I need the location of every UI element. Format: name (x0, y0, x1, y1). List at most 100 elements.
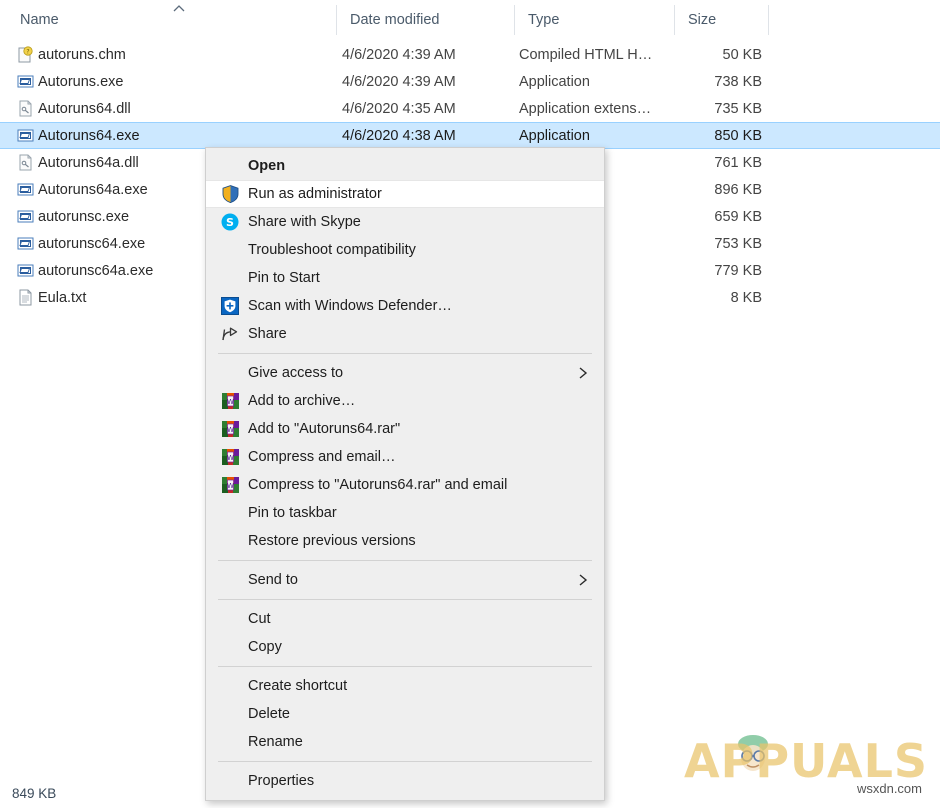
menu-icon-placeholder (220, 609, 240, 629)
file-date-modified-cell: 4/6/2020 4:35 AM (342, 100, 456, 117)
menu-icon-placeholder (220, 637, 240, 657)
menu-item-add-to-autoruns64-rar[interactable]: W Add to "Autoruns64.rar" (206, 415, 604, 443)
file-date-modified-cell: 4/6/2020 4:38 AM (342, 127, 456, 144)
file-type-cell: Application (519, 73, 590, 90)
file-size-cell: 753 KB (714, 235, 762, 252)
menu-item-label: Send to (248, 572, 298, 588)
menu-item-copy[interactable]: Copy (206, 633, 604, 661)
menu-item-label: Delete (248, 706, 290, 722)
chevron-right-icon (578, 366, 590, 380)
file-name-cell: Autoruns64.exe (38, 127, 140, 144)
column-divider (768, 5, 769, 35)
winrar-icon: W (220, 475, 240, 495)
menu-item-share-with-skype[interactable]: S Share with Skype (206, 208, 604, 236)
menu-item-restore-previous-versions[interactable]: Restore previous versions (206, 527, 604, 555)
exe-application-icon (17, 235, 34, 252)
menu-item-label: Cut (248, 611, 271, 627)
menu-item-label: Scan with Windows Defender… (248, 298, 452, 314)
menu-separator (218, 666, 592, 667)
file-name-cell: Autoruns64.dll (38, 100, 131, 117)
file-size-cell: 850 KB (714, 127, 762, 144)
menu-item-label: Create shortcut (248, 678, 348, 694)
menu-item-create-shortcut[interactable]: Create shortcut (206, 672, 604, 700)
chevron-right-icon (578, 573, 590, 587)
context-menu[interactable]: Open Run as administrator S Share with Skyp… (205, 147, 605, 801)
file-size-cell: 659 KB (714, 208, 762, 225)
menu-icon-placeholder (220, 503, 240, 523)
table-row[interactable]: Autoruns64.dll 4/6/2020 4:35 AM Applicatio… (0, 95, 940, 122)
column-header-date-label: Date modified (350, 12, 440, 28)
uac-shield-icon (220, 184, 240, 204)
menu-item-pin-to-taskbar[interactable]: Pin to taskbar (206, 499, 604, 527)
menu-item-pin-to-start[interactable]: Pin to Start (206, 264, 604, 292)
dll-extension-icon (17, 154, 34, 171)
menu-item-label: Share with Skype (248, 214, 361, 230)
column-divider (514, 5, 515, 35)
svg-text:W: W (227, 398, 234, 406)
menu-icon-placeholder (220, 363, 240, 383)
file-size-cell: 8 KB (730, 289, 762, 306)
menu-icon-placeholder (220, 531, 240, 551)
menu-item-properties[interactable]: Properties (206, 767, 604, 795)
menu-item-label: Give access to (248, 365, 344, 381)
exe-application-icon (17, 262, 34, 279)
menu-item-label: Rename (248, 734, 303, 750)
menu-item-compress-and-email[interactable]: W Compress and email… (206, 443, 604, 471)
menu-item-cut[interactable]: Cut (206, 605, 604, 633)
column-header-type[interactable]: Type (514, 0, 674, 40)
svg-text:?: ? (26, 48, 29, 55)
file-type-cell: Application extens… (519, 100, 652, 117)
menu-item-give-access-to[interactable]: Give access to (206, 359, 604, 387)
menu-item-share[interactable]: Share (206, 320, 604, 348)
menu-item-send-to[interactable]: Send to (206, 566, 604, 594)
dll-extension-icon (17, 100, 34, 117)
file-date-modified-cell: 4/6/2020 4:39 AM (342, 46, 456, 63)
menu-icon-placeholder (220, 156, 240, 176)
sort-ascending-icon (170, 3, 188, 15)
menu-item-label: Run as administrator (248, 186, 382, 202)
file-size-cell: 761 KB (714, 154, 762, 171)
svg-text:W: W (227, 482, 234, 490)
menu-item-label: Pin to Start (248, 270, 320, 286)
menu-item-label: Compress to "Autoruns64.rar" and email (248, 477, 508, 493)
svg-text:W: W (227, 454, 234, 462)
menu-item-label: Restore previous versions (248, 533, 416, 549)
column-header-bar: Name Date modified Type Size (0, 0, 940, 40)
file-size-cell: 738 KB (714, 73, 762, 90)
column-divider (674, 5, 675, 35)
svg-text:S: S (226, 216, 234, 229)
chevron-up-icon (173, 5, 185, 12)
table-row[interactable]: Autoruns64.exe 4/6/2020 4:38 AM Applicatio… (0, 122, 940, 149)
menu-item-open[interactable]: Open (206, 152, 604, 180)
file-date-modified-cell: 4/6/2020 4:39 AM (342, 73, 456, 90)
file-name-cell: Autoruns.exe (38, 73, 124, 90)
menu-item-label: Add to archive… (248, 393, 356, 409)
table-row[interactable]: Autoruns.exe 4/6/2020 4:39 AM Application 7… (0, 68, 940, 95)
menu-item-compress-to-autoruns64-rar-and-email[interactable]: W Compress to "Autoruns64.rar" and email (206, 471, 604, 499)
menu-item-add-to-archive[interactable]: W Add to archive… (206, 387, 604, 415)
menu-item-delete[interactable]: Delete (206, 700, 604, 728)
menu-item-label: Open (248, 158, 286, 174)
column-header-name-label: Name (20, 12, 59, 28)
column-header-size-label: Size (688, 12, 717, 28)
column-header-date-modified[interactable]: Date modified (336, 0, 514, 40)
column-header-size[interactable]: Size (674, 0, 768, 40)
exe-application-icon (17, 181, 34, 198)
menu-item-label: Share (248, 326, 287, 342)
menu-item-run-as-administrator[interactable]: Run as administrator (206, 180, 604, 208)
txt-document-icon (17, 289, 34, 306)
menu-item-label: Troubleshoot compatibility (248, 242, 416, 258)
table-row[interactable]: ? autoruns.chm 4/6/2020 4:39 AM Compiled HT… (0, 41, 940, 68)
menu-separator (218, 353, 592, 354)
menu-separator (218, 599, 592, 600)
file-type-cell: Application (519, 127, 590, 144)
svg-text:W: W (227, 426, 234, 434)
file-type-icon (14, 122, 36, 149)
menu-item-scan-with-windows-defender[interactable]: Scan with Windows Defender… (206, 292, 604, 320)
menu-item-rename[interactable]: Rename (206, 728, 604, 756)
menu-item-troubleshoot-compatibility[interactable]: Troubleshoot compatibility (206, 236, 604, 264)
menu-icon-placeholder (220, 704, 240, 724)
exe-application-icon (17, 208, 34, 225)
menu-icon-placeholder (220, 732, 240, 752)
menu-item-label: Properties (248, 773, 315, 789)
